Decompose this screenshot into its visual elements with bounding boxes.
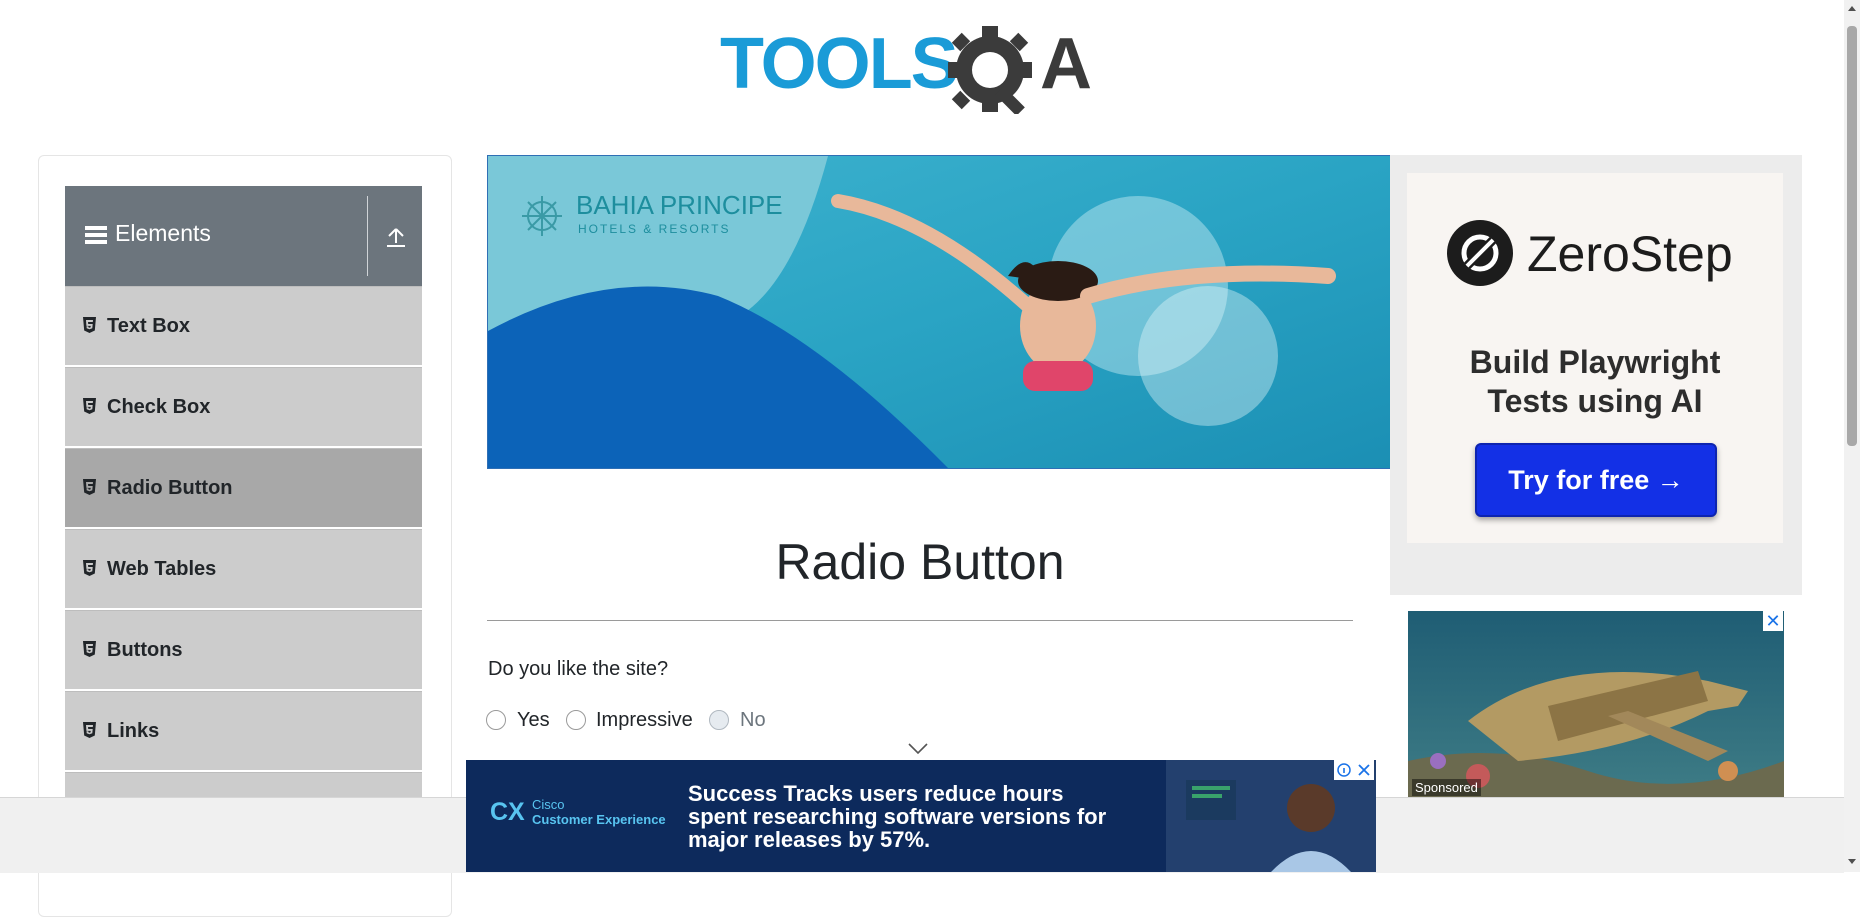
sidebar-item-web-tables[interactable]: Web Tables [65,529,422,610]
yes-label[interactable]: Yes [517,709,550,732]
group-title: Elements [115,220,211,246]
tagline-line1: Build Playwright [1469,344,1721,380]
toolsqa-logo[interactable]: TOOLS A [720,18,1126,114]
sidebar-item-label: Links [107,720,160,742]
html5-icon [83,479,96,495]
try-for-free-button[interactable]: Try for free → [1475,443,1717,517]
title-divider [487,620,1353,621]
banner-ad[interactable]: BAHIA PRINCIPE HOTELS & RESORTS [487,155,1392,469]
header-divider [367,196,368,276]
sponsored-ad-image [1408,611,1784,801]
html5-icon [83,560,96,576]
html5-icon [83,398,96,414]
bahia-logo-icon [522,196,562,236]
html5-icon [83,317,96,333]
cx-logo: CX [490,798,525,826]
banner-brand: BAHIA PRINCIPE [576,190,783,220]
sidebar-item-label: Radio Button [107,477,233,499]
sidebar-item-label: Check Box [107,396,211,418]
sidebar-item-label: Web Tables [107,558,217,580]
elements-group-header[interactable]: Elements [65,186,422,286]
banner-sub: HOTELS & RESORTS [578,222,730,236]
gear-magnifier-icon [948,26,1032,114]
sidebar-item-links[interactable]: Links [65,691,422,772]
sidebar-item-check-box[interactable]: Check Box [65,367,422,448]
chevron-down-icon[interactable] [908,743,928,755]
ad-message: Success Tracks users reduce hours spent … [688,781,1107,852]
adchoices-close-icon[interactable] [1334,760,1374,780]
sidebar-item-text-box[interactable]: Text Box [65,286,422,367]
scroll-thumb[interactable] [1847,26,1857,446]
sponsored-ad[interactable]: ✕ Sponsored [1408,611,1784,801]
zerostep-ad[interactable]: ZeroStep Build Playwright Tests using AI… [1390,155,1802,595]
yes-radio[interactable] [486,710,506,730]
page-title: Radio Button [775,534,1065,590]
zerostep-logo-icon [1447,220,1513,286]
close-ad-icon[interactable]: ✕ [1763,611,1783,631]
html5-icon [83,641,96,657]
scroll-up-arrow-icon[interactable] [1847,4,1857,14]
no-label: No [740,709,766,731]
sponsored-label: Sponsored [1412,779,1481,796]
html5-icon [83,722,96,738]
sidebar-item-radio-button[interactable]: Radio Button [65,448,422,529]
sidebar-menu-list: Text Box Check Box Radio Button Web Tabl… [65,286,422,853]
cisco-brand-sub: Customer Experience [532,812,666,827]
tagline-line2: Tests using AI [1487,383,1703,419]
scroll-down-arrow-icon[interactable] [1847,856,1857,866]
cisco-brand: Cisco [532,797,565,812]
impressive-label[interactable]: Impressive [596,709,693,732]
impressive-radio[interactable] [566,710,586,730]
zerostep-tagline: Build Playwright Tests using AI [1407,343,1783,421]
no-radio[interactable] [709,710,729,730]
page-scrollbar[interactable] [1844,0,1860,872]
hamburger-icon [85,226,107,244]
cisco-ad[interactable]: CX Cisco Customer Experience Success Tra… [466,760,1376,872]
sidebar-item-label: Text Box [107,315,190,337]
logo-text-a: A [1040,24,1092,104]
zerostep-brand: ZeroStep [1527,226,1733,282]
zerostep-card: ZeroStep Build Playwright Tests using AI… [1407,173,1783,543]
logo-text-tools: TOOLS [720,24,957,104]
question-text: Do you like the site? [488,658,669,680]
sidebar-item-buttons[interactable]: Buttons [65,610,422,691]
sidebar-item-label: Buttons [107,639,183,661]
banner-ad-image: BAHIA PRINCIPE HOTELS & RESORTS [488,156,1391,468]
collapse-up-icon[interactable] [385,226,407,248]
